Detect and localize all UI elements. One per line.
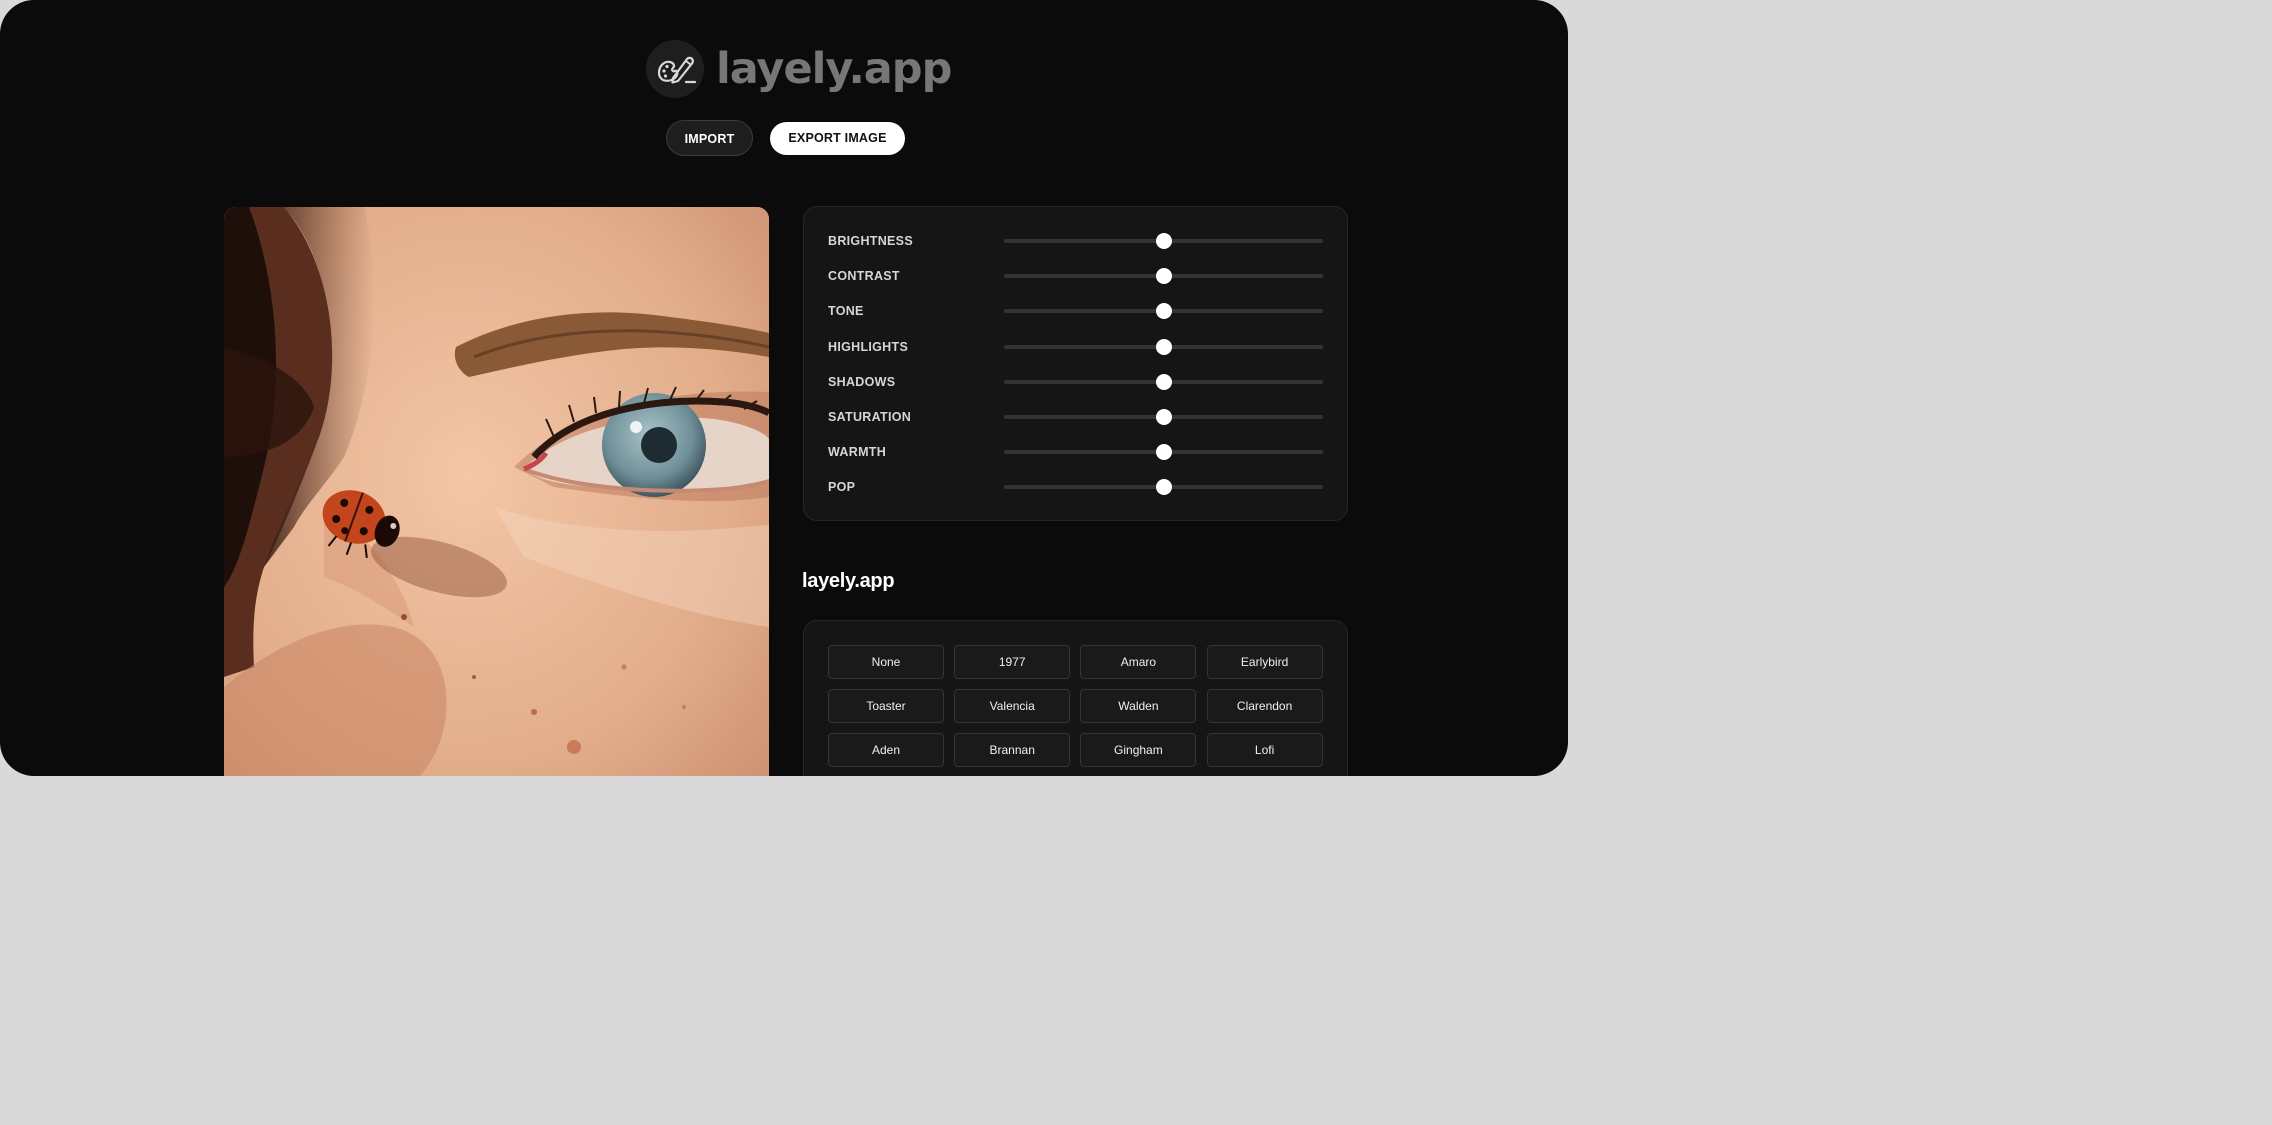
photo-preview [224, 207, 769, 776]
adjustment-label: POP [828, 480, 856, 495]
adjustment-label: WARMTH [828, 445, 887, 460]
adjustments-panel: BRIGHTNESS CONTRAST TONE HIGHLIGHTS SHADOWS S… [803, 206, 1348, 521]
adjustment-slider[interactable] [1004, 373, 1323, 390]
adjustment-slider[interactable] [1004, 233, 1323, 249]
filter-button[interactable]: Clarendon [1206, 688, 1323, 723]
filters-panel: None 1977 Amaro Earlybird Toaster Valencia Wal… [803, 620, 1348, 776]
adjustment-row: WARMTH [828, 442, 1323, 477]
import-button[interactable]: IMPORT [666, 120, 753, 156]
slider-thumb[interactable] [1155, 303, 1172, 320]
adjustment-slider[interactable] [1004, 479, 1323, 496]
filter-button[interactable]: Toaster [828, 688, 944, 723]
adjustment-row: TONE [828, 301, 1323, 336]
filter-button[interactable]: Brannan [954, 732, 1071, 767]
slider-thumb[interactable] [1155, 444, 1172, 461]
filters-section-title: layely.app [802, 570, 895, 592]
slider-thumb[interactable] [1155, 268, 1172, 285]
slider-thumb[interactable] [1155, 373, 1172, 390]
adjustment-label: TONE [828, 304, 864, 319]
adjustment-row: HIGHLIGHTS [828, 337, 1323, 372]
slider-thumb[interactable] [1155, 479, 1172, 496]
filter-button[interactable]: Amaro [1080, 645, 1197, 679]
adjustment-label: CONTRAST [828, 269, 900, 284]
filter-button[interactable]: 1977 [954, 645, 1071, 679]
face-with-ladybug-photo [224, 207, 769, 776]
adjustment-label: BRIGHTNESS [828, 234, 913, 248]
adjustment-slider[interactable] [1004, 444, 1323, 461]
palette-pencil-icon [657, 56, 697, 84]
adjustment-slider[interactable] [1004, 268, 1323, 285]
adjustment-row: CONTRAST [828, 266, 1323, 301]
slider-thumb[interactable] [1155, 233, 1172, 249]
filter-button[interactable]: None [828, 645, 944, 679]
adjustment-row: BRIGHTNESS [828, 231, 1323, 266]
adjustment-label: SATURATION [828, 410, 912, 424]
slider-thumb[interactable] [1155, 338, 1172, 355]
adjustment-slider[interactable] [1004, 409, 1323, 425]
adjustment-row: POP [828, 477, 1323, 512]
filter-button[interactable]: Walden [1080, 688, 1197, 723]
app-window: layely.app IMPORT EXPORT IMAGE BRIGHTNES… [0, 0, 1568, 776]
adjustment-label: SHADOWS [828, 374, 896, 389]
adjustment-slider[interactable] [1004, 303, 1323, 320]
adjustment-row: SATURATION [828, 407, 1323, 442]
adjustment-row: SHADOWS [828, 372, 1323, 407]
adjustment-slider[interactable] [1004, 338, 1323, 355]
export-image-button[interactable]: EXPORT IMAGE [770, 122, 905, 155]
filter-button[interactable]: Earlybird [1206, 645, 1323, 679]
filter-button[interactable]: Gingham [1080, 732, 1197, 767]
app-title: layely.app [716, 44, 952, 94]
filter-button[interactable]: Lofi [1206, 732, 1323, 767]
slider-thumb[interactable] [1155, 409, 1172, 425]
filter-button[interactable]: Aden [828, 732, 944, 767]
adjustment-label: HIGHLIGHTS [828, 339, 909, 354]
logo-badge [646, 40, 704, 98]
filter-button[interactable]: Valencia [954, 688, 1071, 723]
